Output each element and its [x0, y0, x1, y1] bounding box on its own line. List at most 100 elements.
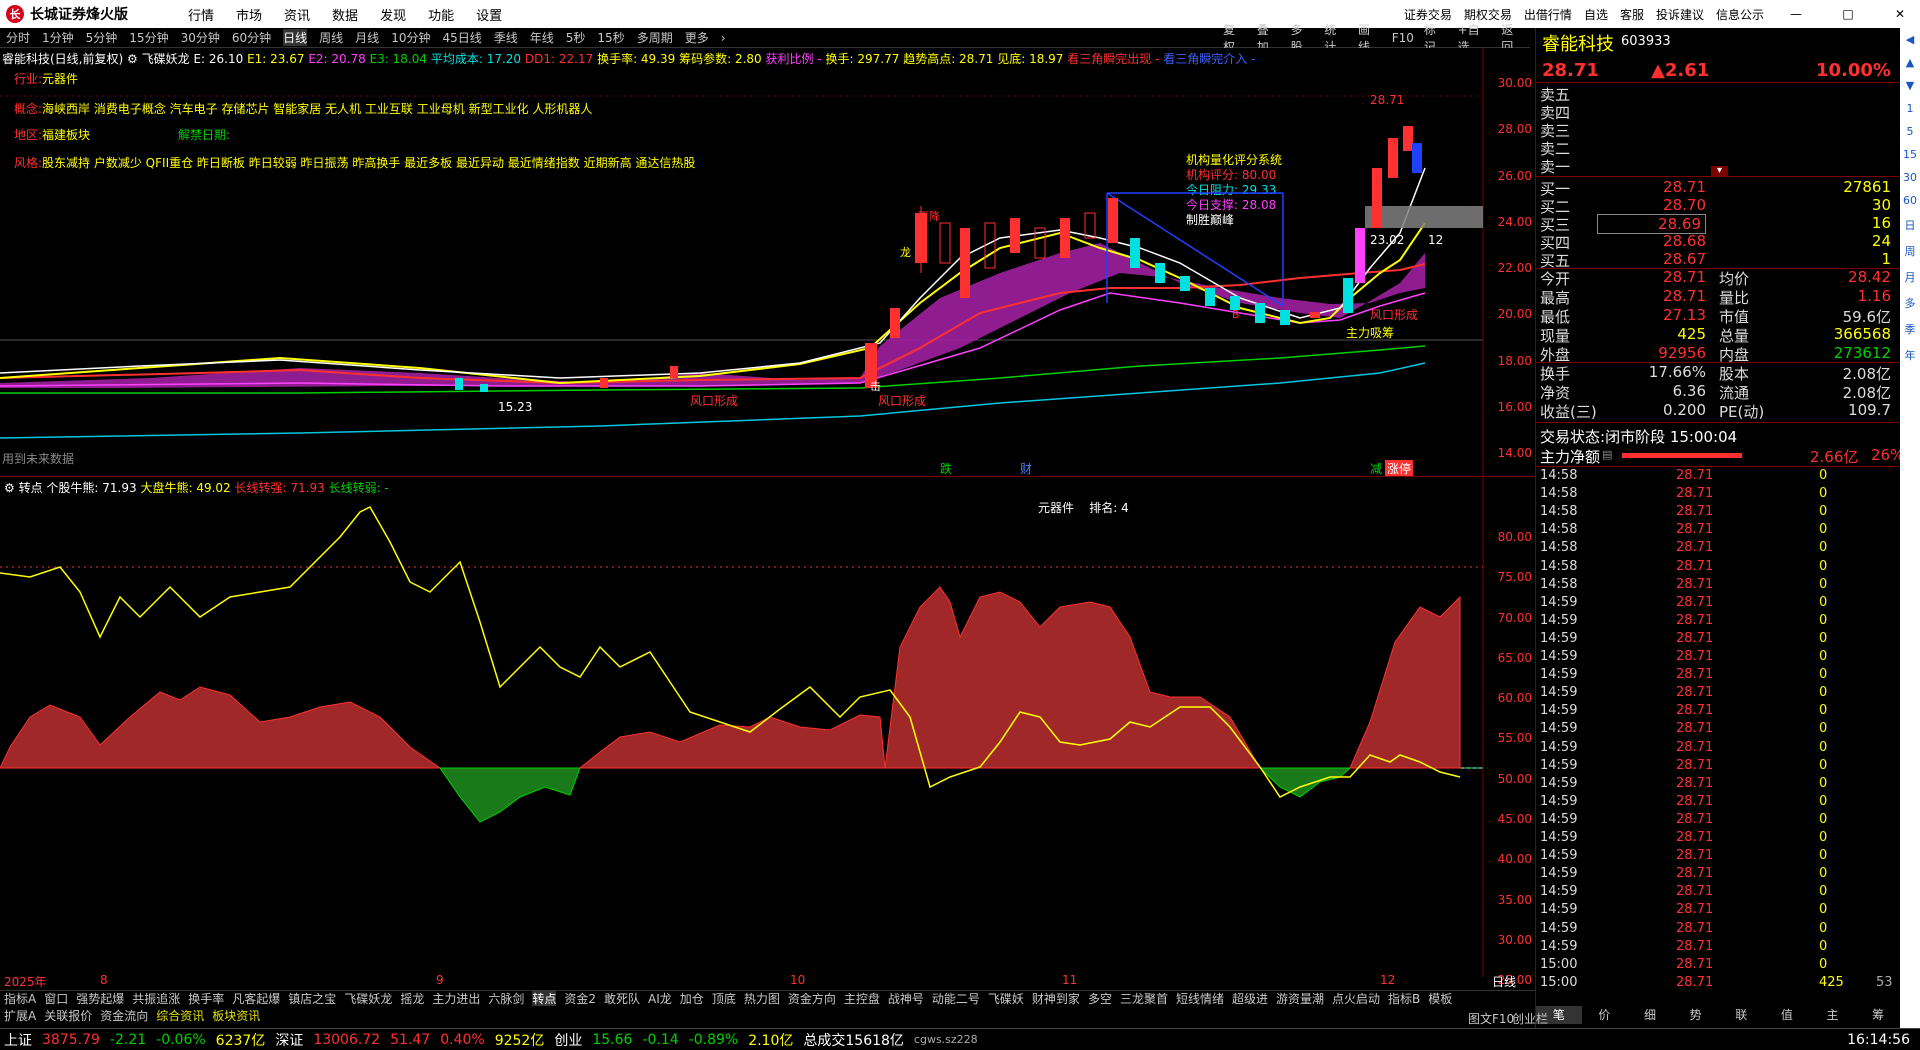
- extend-tab[interactable]: 扩展A: [4, 1007, 36, 1024]
- sidebar-button[interactable]: 月: [1905, 269, 1916, 285]
- tick-row[interactable]: 14:59 28.71 0: [1536, 902, 1901, 920]
- tick-row[interactable]: 14:59 28.71 0: [1536, 649, 1901, 667]
- menu-function[interactable]: 功能: [428, 5, 454, 24]
- ask-row[interactable]: 卖五: [1536, 84, 1901, 104]
- indicator-tab[interactable]: 财神到家: [1032, 990, 1080, 1007]
- indicator-tab[interactable]: 指标B: [1388, 990, 1420, 1007]
- indicator-tab[interactable]: 凡客起爆: [232, 990, 280, 1007]
- link-disclosure[interactable]: 信息公示: [1716, 6, 1764, 23]
- extend-tab[interactable]: 资金流向: [100, 1007, 148, 1024]
- indicator-tab[interactable]: 顶底: [712, 990, 736, 1007]
- bid-row[interactable]: 买一 28.71 27861: [1536, 178, 1901, 198]
- period-tab[interactable]: 周线: [319, 29, 343, 46]
- indicator-tab[interactable]: 点火启动: [1332, 990, 1380, 1007]
- tick-row[interactable]: 14:59 28.71 0: [1536, 812, 1901, 830]
- tick-row[interactable]: 14:59 28.71 0: [1536, 631, 1901, 649]
- indicator-tab[interactable]: 三龙聚首: [1120, 990, 1168, 1007]
- menu-news[interactable]: 资讯: [284, 5, 310, 24]
- period-tab[interactable]: 5分钟: [86, 29, 118, 46]
- quote-tab[interactable]: 主: [1810, 1006, 1856, 1024]
- collapse-icon[interactable]: ▾: [1711, 166, 1729, 176]
- period-tab[interactable]: 季线: [494, 29, 518, 46]
- quote-tab[interactable]: 价: [1582, 1006, 1628, 1024]
- indicator-tab[interactable]: 强势起爆: [76, 990, 124, 1007]
- link-lending[interactable]: 出借行情: [1524, 6, 1572, 23]
- period-tab-more[interactable]: 更多: [685, 29, 709, 46]
- sidebar-button[interactable]: 周: [1905, 243, 1916, 259]
- bid-row[interactable]: 买四 28.68 24: [1536, 232, 1901, 252]
- indicator-tab[interactable]: 短线情绪: [1176, 990, 1224, 1007]
- period-tab[interactable]: 分时: [6, 29, 30, 46]
- tick-row[interactable]: 14:59 28.71 0: [1536, 921, 1901, 939]
- indicator-tab[interactable]: 摇龙: [400, 990, 424, 1007]
- menu-market[interactable]: 市场: [236, 5, 262, 24]
- sidebar-button[interactable]: 1: [1907, 102, 1914, 115]
- tick-row[interactable]: 14:59 28.71 0: [1536, 939, 1901, 957]
- sidebar-button[interactable]: ▼: [1906, 79, 1914, 92]
- tick-row[interactable]: 14:58 28.71 0: [1536, 522, 1901, 540]
- indicator-tab[interactable]: 窗口: [44, 990, 68, 1007]
- indicator-tab[interactable]: 战神号: [888, 990, 924, 1007]
- indicator-tab[interactable]: 模板: [1428, 990, 1452, 1007]
- sidebar-button[interactable]: 多: [1905, 295, 1916, 311]
- tick-row[interactable]: 14:59 28.71 0: [1536, 758, 1901, 776]
- tick-row[interactable]: 14:58 28.71 0: [1536, 486, 1901, 504]
- period-tab[interactable]: 10分钟: [391, 29, 430, 46]
- quote-tab[interactable]: 联: [1719, 1006, 1765, 1024]
- period-tab[interactable]: 1分钟: [42, 29, 74, 46]
- indicator-tab[interactable]: 换手率: [188, 990, 224, 1007]
- period-tab[interactable]: 5秒: [566, 29, 586, 46]
- sidebar-button[interactable]: 30: [1903, 171, 1917, 184]
- sidebar-button[interactable]: 60: [1903, 194, 1917, 207]
- indicator-tab[interactable]: 主控盘: [844, 990, 880, 1007]
- indicator-tab[interactable]: 敢死队: [604, 990, 640, 1007]
- indicator-tab[interactable]: 多空: [1088, 990, 1112, 1007]
- mini-f10[interactable]: 图文F10: [1468, 1010, 1514, 1027]
- tick-row[interactable]: 14:59 28.71 0: [1536, 703, 1901, 721]
- period-tab[interactable]: 45日线: [442, 29, 481, 46]
- menu-data[interactable]: 数据: [332, 5, 358, 24]
- extend-tab[interactable]: 关联报价: [44, 1007, 92, 1024]
- ask-row[interactable]: 卖二: [1536, 138, 1901, 158]
- quote-tab[interactable]: 细: [1627, 1006, 1673, 1024]
- tick-row[interactable]: 14:58 28.71 0: [1536, 540, 1901, 558]
- tick-row[interactable]: 14:59 28.71 0: [1536, 776, 1901, 794]
- link-complaint[interactable]: 投诉建议: [1656, 6, 1704, 23]
- indicator-tab[interactable]: 转点: [532, 990, 557, 1007]
- indicator-tab[interactable]: 资金2: [564, 990, 596, 1007]
- sidebar-button[interactable]: 15: [1903, 148, 1917, 161]
- chevron-right-icon[interactable]: ›: [721, 31, 726, 45]
- sidebar-button[interactable]: 日: [1905, 217, 1916, 233]
- menu-settings[interactable]: 设置: [476, 5, 502, 24]
- expand-icon[interactable]: ▤: [1602, 448, 1612, 461]
- link-service[interactable]: 客服: [1620, 6, 1644, 23]
- extend-tab[interactable]: 板块资讯: [212, 1007, 260, 1024]
- minimize-icon[interactable]: —: [1776, 7, 1816, 21]
- indicator-tab[interactable]: AI龙: [648, 990, 672, 1007]
- period-tab[interactable]: 15分钟: [129, 29, 168, 46]
- close-icon[interactable]: ✕: [1880, 7, 1920, 21]
- tick-list[interactable]: 14:58 28.71 0 14:58 28.71 0 14:58 28.71 0 14:58 28…: [1536, 468, 1901, 1008]
- maximize-icon[interactable]: □: [1828, 7, 1868, 21]
- indicator-tab[interactable]: 资金方向: [788, 990, 836, 1007]
- tick-row[interactable]: 14:59 28.71 0: [1536, 721, 1901, 739]
- tick-row[interactable]: 14:59 28.71 0: [1536, 667, 1901, 685]
- quote-tab[interactable]: 势: [1673, 1006, 1719, 1024]
- period-tab[interactable]: 月线: [355, 29, 379, 46]
- sidebar-button[interactable]: 5: [1907, 125, 1914, 138]
- period-tab[interactable]: 年线: [530, 29, 554, 46]
- link-options[interactable]: 期权交易: [1464, 6, 1512, 23]
- tick-row[interactable]: 14:59 28.71 0: [1536, 595, 1901, 613]
- sidebar-button[interactable]: 季: [1905, 321, 1916, 337]
- tick-row[interactable]: 14:59 28.71 0: [1536, 884, 1901, 902]
- indicator-tab[interactable]: 镇店之宝: [288, 990, 336, 1007]
- bid-row[interactable]: 买三 28.69 16: [1536, 214, 1901, 234]
- link-watchlist[interactable]: 自选: [1584, 6, 1608, 23]
- tick-row[interactable]: 14:59 28.71 0: [1536, 685, 1901, 703]
- indicator-tab[interactable]: 飞碟妖: [988, 990, 1024, 1007]
- tick-row[interactable]: 14:59 28.71 0: [1536, 613, 1901, 631]
- tick-row[interactable]: 14:59 28.71 0: [1536, 866, 1901, 884]
- link-trade[interactable]: 证券交易: [1404, 6, 1452, 23]
- menu-discover[interactable]: 发现: [380, 5, 406, 24]
- tick-row[interactable]: 14:58 28.71 0: [1536, 577, 1901, 595]
